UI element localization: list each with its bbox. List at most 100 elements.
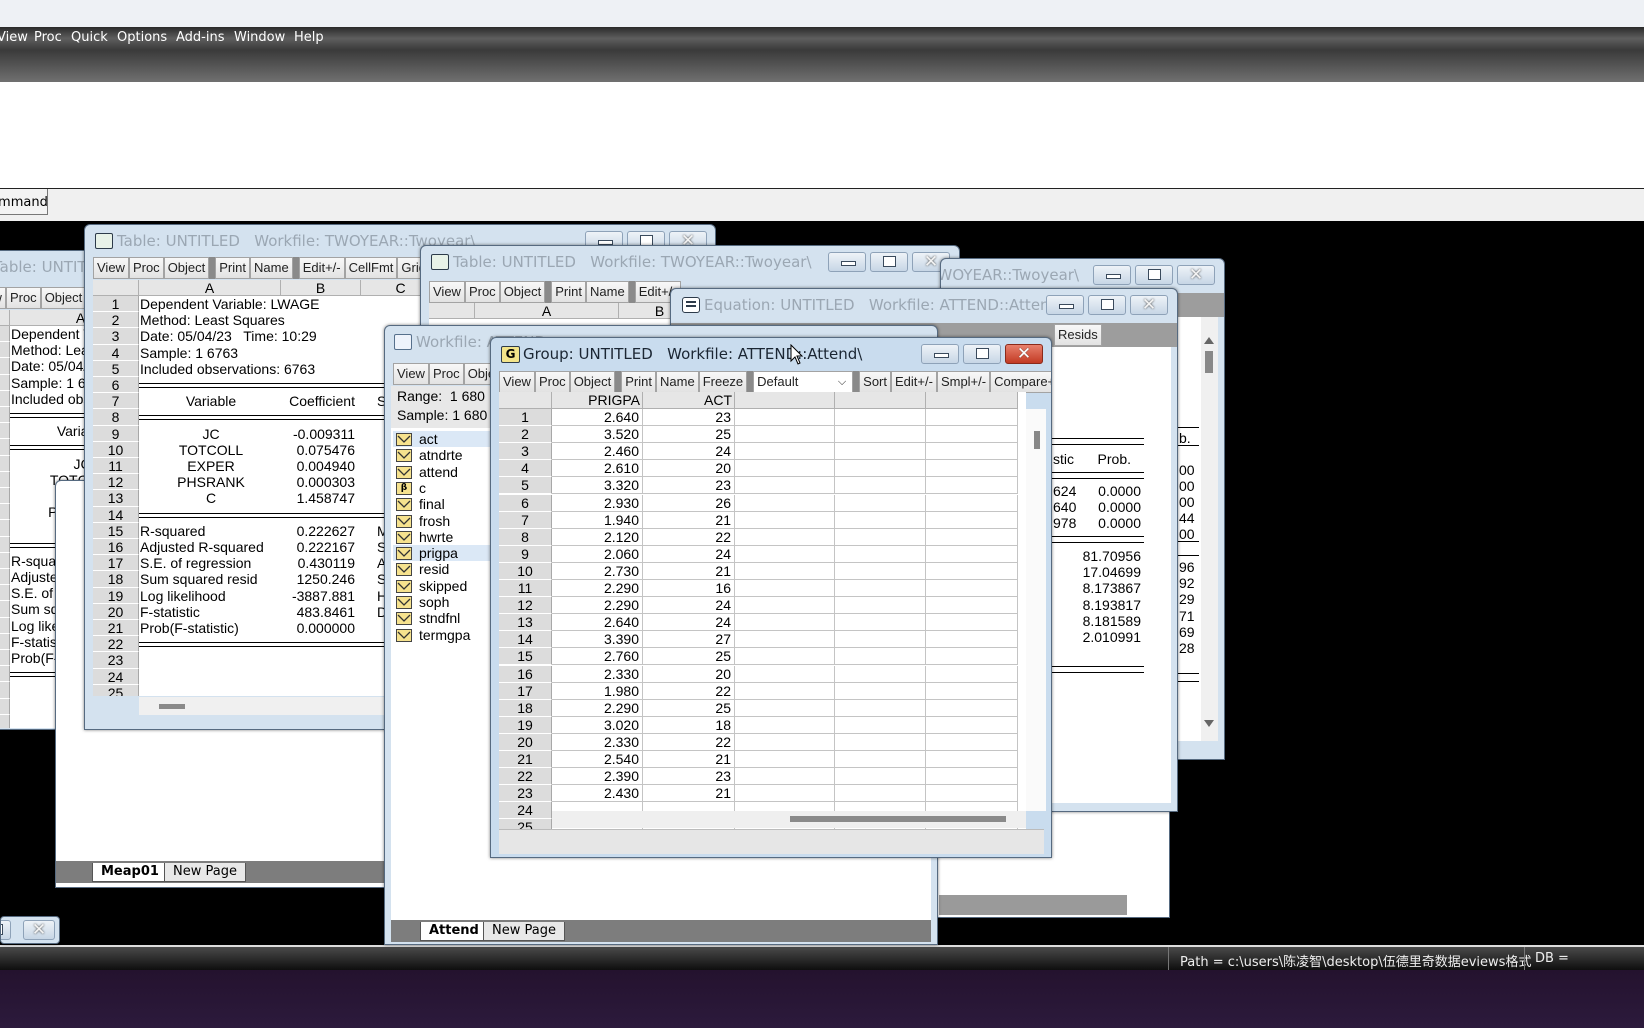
- row-header[interactable]: 15: [0, 552, 10, 569]
- row-header[interactable]: 24: [499, 802, 552, 820]
- cell-prigpa[interactable]: 3.320: [552, 477, 643, 495]
- menu-view[interactable]: View: [0, 30, 28, 45]
- cell-prigpa[interactable]: 1.980: [552, 682, 643, 700]
- cell-empty[interactable]: [835, 614, 926, 632]
- tab-meap01[interactable]: Meap01: [92, 863, 168, 882]
- object-button[interactable]: Object: [499, 281, 546, 303]
- close-button[interactable]: ✕: [1130, 295, 1168, 315]
- cell-act[interactable]: 25: [643, 426, 735, 444]
- row-header[interactable]: 4: [499, 460, 552, 478]
- cell-empty[interactable]: [926, 716, 1018, 734]
- smpl-button[interactable]: Smpl+/-: [936, 371, 991, 393]
- row-header[interactable]: 16: [0, 569, 10, 586]
- workfile-item-hwrte[interactable]: hwrte: [393, 529, 493, 545]
- edit-button[interactable]: Edit+/-: [298, 257, 345, 279]
- row-header[interactable]: 6: [93, 377, 139, 394]
- spreadsheet-grid[interactable]: PRIGPA ACT 1 2.640 23 2 3.520 25 3 2.460 24 4 2.610 2…: [499, 392, 1026, 829]
- row-header[interactable]: 8: [93, 409, 139, 426]
- cell-act[interactable]: 24: [643, 443, 735, 461]
- cell-empty[interactable]: [735, 477, 835, 495]
- cell-empty[interactable]: [735, 409, 835, 427]
- vertical-scrollbar[interactable]: [1201, 317, 1218, 741]
- cell-empty[interactable]: [835, 785, 926, 803]
- row-header[interactable]: 12: [0, 504, 10, 521]
- tab-command[interactable]: Command: [0, 189, 48, 215]
- cell-prigpa[interactable]: 2.640: [552, 614, 643, 632]
- cell-empty[interactable]: [835, 562, 926, 580]
- row-header[interactable]: 14: [499, 631, 552, 649]
- proc-button[interactable]: Proc: [534, 371, 570, 393]
- row-header[interactable]: 3: [0, 358, 10, 375]
- menu-help[interactable]: Help: [294, 30, 324, 45]
- row-header[interactable]: 13: [499, 614, 552, 632]
- cell-empty[interactable]: [926, 511, 1018, 529]
- scrollbar-thumb[interactable]: [1205, 351, 1213, 373]
- row-header[interactable]: 23: [0, 682, 10, 699]
- cell-empty[interactable]: [926, 785, 1018, 803]
- cell-prigpa[interactable]: 2.460: [552, 443, 643, 461]
- row-header[interactable]: 7: [93, 393, 139, 410]
- row-header[interactable]: 3: [499, 443, 552, 461]
- row-header[interactable]: 12: [499, 597, 552, 615]
- row-header[interactable]: 3: [93, 328, 139, 345]
- column-header-a[interactable]: A: [475, 303, 619, 319]
- row-header[interactable]: 4: [0, 374, 10, 391]
- row-header[interactable]: 19: [0, 617, 10, 634]
- row-header[interactable]: 18: [499, 699, 552, 717]
- column-header-b[interactable]: B: [281, 280, 361, 296]
- row-header[interactable]: 8: [499, 528, 552, 546]
- row-header[interactable]: 21: [499, 751, 552, 769]
- cell-prigpa[interactable]: 3.020: [552, 716, 643, 734]
- row-header[interactable]: 11: [499, 580, 552, 598]
- cell-empty[interactable]: [926, 477, 1018, 495]
- row-header[interactable]: 9: [93, 425, 139, 442]
- cell-empty[interactable]: [835, 597, 926, 615]
- row-header[interactable]: 20: [93, 603, 139, 620]
- cell-empty[interactable]: [735, 580, 835, 598]
- cell-empty[interactable]: [835, 751, 926, 769]
- tab-new-page[interactable]: New Page: [164, 863, 246, 882]
- workfile-item-attend[interactable]: attend: [393, 464, 493, 480]
- cell-empty[interactable]: [926, 751, 1018, 769]
- cell-empty[interactable]: [735, 443, 835, 461]
- group-window[interactable]: G Group: UNTITLED Workfile: ATTEND::Atten…: [490, 337, 1052, 858]
- scroll-up-icon[interactable]: [1204, 337, 1214, 344]
- row-header[interactable]: 24: [0, 698, 10, 715]
- cell-act[interactable]: 23: [643, 477, 735, 495]
- edit-button[interactable]: Edit+/-: [891, 371, 937, 393]
- cell-act[interactable]: 24: [643, 597, 735, 615]
- cell-empty[interactable]: [735, 751, 835, 769]
- workfile-item-skipped[interactable]: skipped: [393, 578, 493, 594]
- cell-empty[interactable]: [835, 545, 926, 563]
- column-header-a[interactable]: A: [139, 280, 281, 296]
- tab-new-page[interactable]: New Page: [483, 922, 565, 941]
- vertical-scrollbar[interactable]: [1026, 409, 1046, 811]
- cell-prigpa[interactable]: 2.540: [552, 751, 643, 769]
- cell-empty[interactable]: [926, 426, 1018, 444]
- cell-act[interactable]: 24: [643, 614, 735, 632]
- row-header[interactable]: 25: [0, 714, 10, 728]
- proc-button[interactable]: Proc: [428, 363, 464, 385]
- cell-act[interactable]: 25: [643, 699, 735, 717]
- cell-empty[interactable]: [735, 562, 835, 580]
- cellfmt-button[interactable]: CellFmt: [344, 257, 398, 279]
- proc-button[interactable]: Proc: [128, 257, 164, 279]
- cell-empty[interactable]: [926, 614, 1018, 632]
- cell-prigpa[interactable]: 2.290: [552, 699, 643, 717]
- cell-act[interactable]: 22: [643, 682, 735, 700]
- cell-act[interactable]: 22: [643, 733, 735, 751]
- minimize-button[interactable]: [828, 252, 866, 272]
- cell-prigpa[interactable]: 2.060: [552, 545, 643, 563]
- menu-options[interactable]: Options: [117, 30, 167, 45]
- cell-empty[interactable]: [926, 409, 1018, 427]
- minimized-window[interactable]: ✕: [0, 916, 60, 944]
- print-button[interactable]: Print: [215, 257, 250, 279]
- cell-empty[interactable]: [926, 648, 1018, 666]
- cell-empty[interactable]: [835, 494, 926, 512]
- workfile-item-resid[interactable]: resid: [393, 561, 493, 577]
- row-header[interactable]: 22: [499, 768, 552, 786]
- cell-empty[interactable]: [835, 426, 926, 444]
- row-header[interactable]: 7: [0, 423, 10, 440]
- row-header[interactable]: 13: [93, 490, 139, 507]
- cell-empty[interactable]: [735, 631, 835, 649]
